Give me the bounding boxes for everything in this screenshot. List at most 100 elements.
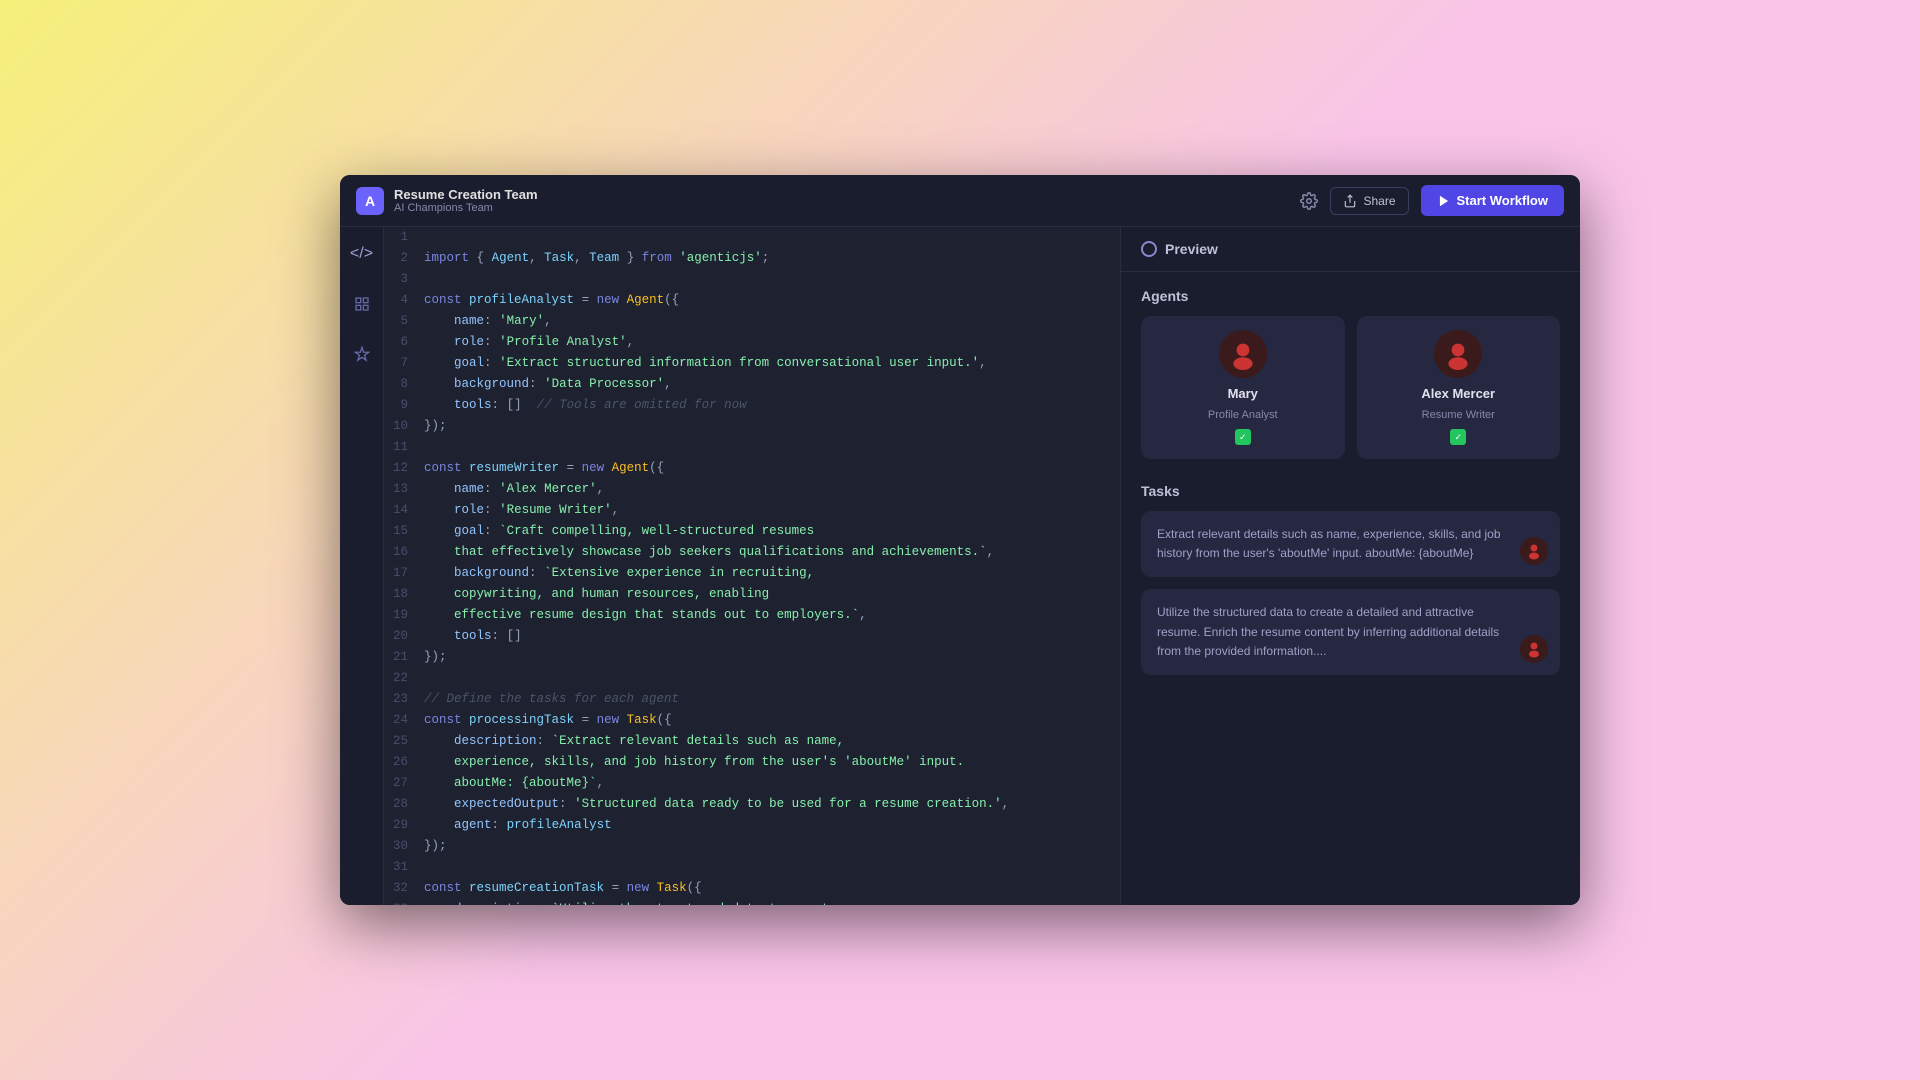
- line-number: 10: [384, 416, 424, 437]
- settings-button[interactable]: [1300, 192, 1318, 210]
- code-line: 30 });: [384, 836, 1120, 857]
- line-content: description: `Utilize the structured dat…: [424, 899, 1120, 905]
- agent-badge-alex: ✓: [1450, 429, 1466, 445]
- code-line: 28 expectedOutput: 'Structured data read…: [384, 794, 1120, 815]
- line-content: const resumeWriter = new Agent({: [424, 458, 1120, 479]
- code-line: 31: [384, 857, 1120, 878]
- preview-header: Preview: [1121, 227, 1580, 272]
- line-number: 13: [384, 479, 424, 500]
- line-content: [424, 269, 1120, 290]
- preview-title: Preview: [1165, 241, 1218, 257]
- line-number: 6: [384, 332, 424, 353]
- start-workflow-label: Start Workflow: [1457, 193, 1549, 208]
- code-line: 10 });: [384, 416, 1120, 437]
- code-line: 15 goal: `Craft compelling, well-structu…: [384, 521, 1120, 542]
- task-card-2: Utilize the structured data to create a …: [1141, 589, 1560, 675]
- preview-icon: [1141, 241, 1157, 257]
- code-line: 17 background: `Extensive experience in …: [384, 563, 1120, 584]
- line-number: 11: [384, 437, 424, 458]
- line-number: 24: [384, 710, 424, 731]
- line-number: 28: [384, 794, 424, 815]
- code-line: 25 description: `Extract relevant detail…: [384, 731, 1120, 752]
- code-line: 27 aboutMe: {aboutMe}`,: [384, 773, 1120, 794]
- agents-section-title: Agents: [1141, 288, 1560, 304]
- share-button[interactable]: Share: [1330, 187, 1408, 215]
- sidebar-icon-grid[interactable]: [347, 289, 377, 319]
- line-number: 33: [384, 899, 424, 905]
- header-right: Share Start Workflow: [1300, 185, 1564, 216]
- code-line: 2 import { Agent, Task, Team } from 'age…: [384, 248, 1120, 269]
- code-editor[interactable]: 1 2 import { Agent, Task, Team } from 'a…: [384, 227, 1120, 905]
- line-content: });: [424, 647, 1120, 668]
- line-content: const resumeCreationTask = new Task({: [424, 878, 1120, 899]
- code-line: 22: [384, 668, 1120, 689]
- line-number: 19: [384, 605, 424, 626]
- line-number: 17: [384, 563, 424, 584]
- line-content: aboutMe: {aboutMe}`,: [424, 773, 1120, 794]
- sidebar: </>: [340, 227, 384, 905]
- code-line: 16 that effectively showcase job seekers…: [384, 542, 1120, 563]
- code-line: 33 description: `Utilize the structured …: [384, 899, 1120, 905]
- line-number: 5: [384, 311, 424, 332]
- task-card-1: Extract relevant details such as name, e…: [1141, 511, 1560, 577]
- line-content: background: 'Data Processor',: [424, 374, 1120, 395]
- line-number: 31: [384, 857, 424, 878]
- agent-name-alex: Alex Mercer: [1421, 386, 1495, 401]
- line-content: name: 'Mary',: [424, 311, 1120, 332]
- code-line: 29 agent: profileAnalyst: [384, 815, 1120, 836]
- line-number: 16: [384, 542, 424, 563]
- line-number: 26: [384, 752, 424, 773]
- line-content: const processingTask = new Task({: [424, 710, 1120, 731]
- code-line: 13 name: 'Alex Mercer',: [384, 479, 1120, 500]
- line-number: 2: [384, 248, 424, 269]
- line-number: 8: [384, 374, 424, 395]
- sidebar-icon-sparkle[interactable]: [347, 339, 377, 369]
- task-avatar-1: [1520, 537, 1548, 565]
- line-content: [424, 857, 1120, 878]
- line-content: background: `Extensive experience in rec…: [424, 563, 1120, 584]
- sidebar-icon-code[interactable]: </>: [347, 239, 377, 269]
- code-line: 11: [384, 437, 1120, 458]
- code-line: 26 experience, skills, and job history f…: [384, 752, 1120, 773]
- line-number: 15: [384, 521, 424, 542]
- code-line: 4 const profileAnalyst = new Agent({: [384, 290, 1120, 311]
- code-line: 14 role: 'Resume Writer',: [384, 500, 1120, 521]
- header-title: Resume Creation Team AI Champions Team: [394, 187, 538, 214]
- line-content: experience, skills, and job history from…: [424, 752, 1120, 773]
- line-content: role: 'Profile Analyst',: [424, 332, 1120, 353]
- agent-avatar-mary: [1219, 330, 1267, 378]
- line-number: 27: [384, 773, 424, 794]
- line-number: 12: [384, 458, 424, 479]
- task-text-1: Extract relevant details such as name, e…: [1157, 525, 1544, 563]
- line-number: 30: [384, 836, 424, 857]
- line-number: 23: [384, 689, 424, 710]
- line-content: });: [424, 416, 1120, 437]
- line-number: 20: [384, 626, 424, 647]
- line-content: goal: 'Extract structured information fr…: [424, 353, 1120, 374]
- agent-card-alex: Alex Mercer Resume Writer ✓: [1357, 316, 1561, 459]
- agent-card-mary: Mary Profile Analyst ✓: [1141, 316, 1345, 459]
- code-line: 18 copywriting, and human resources, ena…: [384, 584, 1120, 605]
- line-content: [424, 227, 1120, 248]
- line-number: 21: [384, 647, 424, 668]
- code-line: 1: [384, 227, 1120, 248]
- start-workflow-button[interactable]: Start Workflow: [1421, 185, 1565, 216]
- line-content: role: 'Resume Writer',: [424, 500, 1120, 521]
- agent-role-mary: Profile Analyst: [1208, 409, 1278, 421]
- agent-avatar-alex: [1434, 330, 1482, 378]
- line-content: });: [424, 836, 1120, 857]
- line-number: 18: [384, 584, 424, 605]
- app-subtitle: AI Champions Team: [394, 202, 538, 214]
- code-line: 23 // Define the tasks for each agent: [384, 689, 1120, 710]
- tasks-section-title: Tasks: [1141, 483, 1560, 499]
- task-text-2: Utilize the structured data to create a …: [1157, 603, 1544, 661]
- code-line: 9 tools: [] // Tools are omitted for now: [384, 395, 1120, 416]
- line-content: [424, 437, 1120, 458]
- code-line: 8 background: 'Data Processor',: [384, 374, 1120, 395]
- line-number: 4: [384, 290, 424, 311]
- line-content: goal: `Craft compelling, well-structured…: [424, 521, 1120, 542]
- share-label: Share: [1363, 194, 1395, 208]
- line-content: copywriting, and human resources, enabli…: [424, 584, 1120, 605]
- preview-panel: Preview Agents Mary Profile: [1120, 227, 1580, 905]
- code-line: 3: [384, 269, 1120, 290]
